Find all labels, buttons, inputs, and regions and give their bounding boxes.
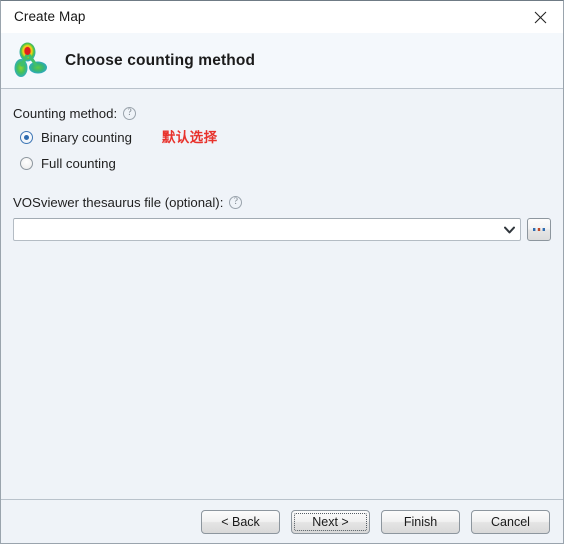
browse-thesaurus-button[interactable] bbox=[527, 218, 551, 241]
counting-method-help-icon[interactable]: ? bbox=[123, 107, 137, 120]
back-button[interactable]: < Back bbox=[201, 509, 280, 534]
thesaurus-file-label: VOSviewer thesaurus file (optional): bbox=[13, 195, 224, 210]
ellipsis-icon bbox=[533, 228, 545, 231]
next-button[interactable]: Next > bbox=[291, 509, 370, 534]
counting-method-label: Counting method: bbox=[13, 106, 118, 121]
close-button[interactable] bbox=[517, 1, 563, 33]
title-bar: Create Map bbox=[1, 1, 563, 33]
dialog-footer: < Back Next > Finish Cancel bbox=[1, 499, 563, 543]
radio-binary-counting-indicator[interactable] bbox=[20, 131, 33, 144]
thesaurus-help-icon[interactable]: ? bbox=[229, 196, 243, 209]
default-selection-annotation: 默认选择 bbox=[161, 129, 218, 145]
radio-option-binary-counting[interactable]: Binary counting 默认选择 bbox=[13, 127, 551, 148]
cancel-button[interactable]: Cancel bbox=[471, 509, 550, 534]
radio-full-counting-indicator[interactable] bbox=[20, 157, 33, 170]
window-title: Create Map bbox=[14, 9, 86, 25]
finish-button[interactable]: Finish bbox=[381, 509, 460, 534]
create-map-dialog: Create Map Choose counting method Counti… bbox=[0, 0, 564, 544]
thesaurus-file-combobox[interactable] bbox=[13, 218, 521, 241]
chevron-down-icon[interactable] bbox=[500, 220, 518, 239]
thesaurus-label-row: VOSviewer thesaurus file (optional): ? bbox=[13, 194, 551, 211]
dialog-header-banner: Choose counting method bbox=[1, 33, 563, 89]
counting-method-label-row: Counting method: ? bbox=[13, 105, 551, 122]
vosviewer-cluster-icon bbox=[13, 41, 51, 81]
thesaurus-file-block: VOSviewer thesaurus file (optional): ? bbox=[13, 194, 551, 241]
close-icon bbox=[534, 11, 546, 23]
dialog-content: Counting method: ? Binary counting 默认选择 … bbox=[1, 89, 563, 499]
radio-full-counting-label[interactable]: Full counting bbox=[41, 157, 116, 170]
radio-binary-counting-label[interactable]: Binary counting bbox=[41, 131, 132, 144]
thesaurus-input-row bbox=[13, 218, 551, 241]
radio-option-full-counting[interactable]: Full counting bbox=[13, 153, 551, 174]
page-title: Choose counting method bbox=[65, 51, 256, 69]
